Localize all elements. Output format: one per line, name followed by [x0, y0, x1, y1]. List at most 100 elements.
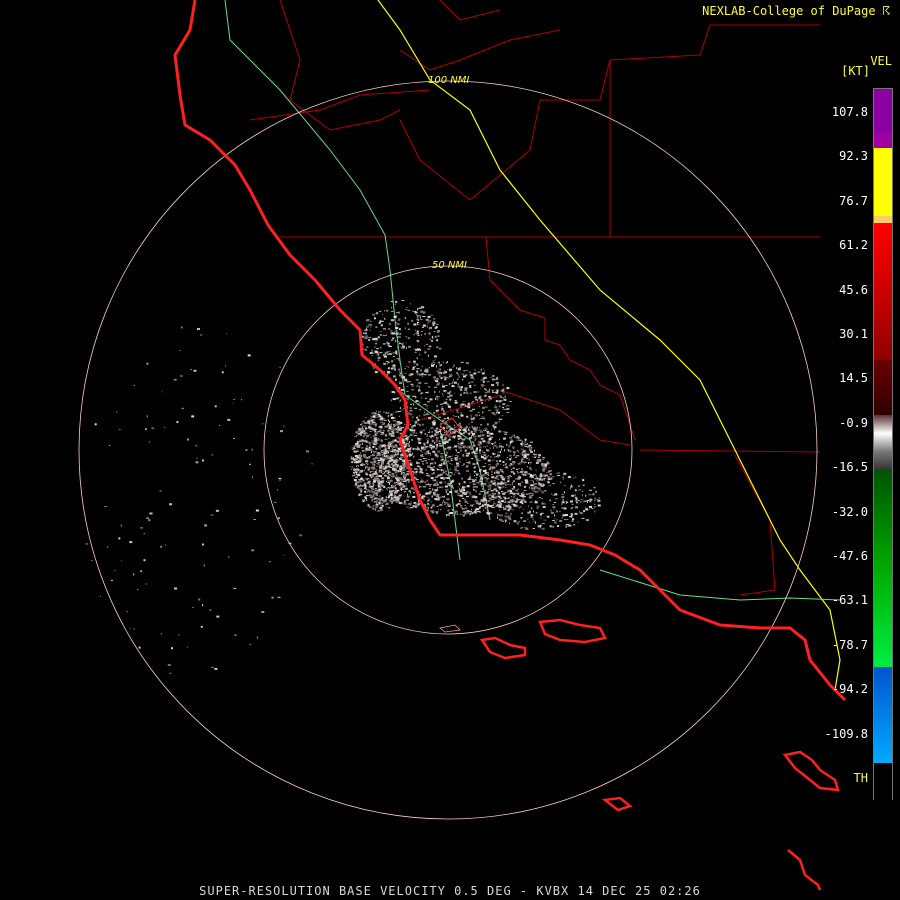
- echo-pixel: [186, 438, 189, 441]
- echo-pixel: [384, 453, 387, 455]
- echo-pixel: [436, 437, 439, 439]
- echo-pixel: [381, 462, 384, 465]
- echo-pixel: [133, 628, 135, 630]
- echo-pixel: [482, 434, 485, 437]
- echo-pixel: [471, 447, 473, 450]
- echo-pixel: [478, 446, 482, 449]
- echo-pixel: [523, 474, 524, 476]
- echo-pixel: [519, 518, 522, 519]
- echo-pixel: [400, 399, 402, 402]
- echo-pixel: [391, 307, 393, 309]
- echo-pixel: [476, 426, 479, 429]
- echo-pixel: [387, 429, 389, 432]
- echo-pixel: [446, 431, 450, 433]
- echo-pixel: [367, 481, 371, 484]
- echo-pixel: [469, 513, 472, 516]
- echo-pixel: [380, 452, 382, 454]
- echo-pixel: [363, 422, 367, 424]
- echo-pixel: [420, 449, 422, 452]
- echo-pixel: [358, 454, 360, 456]
- echo-pixel: [414, 366, 416, 368]
- echo-pixel: [459, 443, 461, 446]
- echo-pixel: [475, 448, 478, 451]
- echo-pixel: [400, 409, 404, 411]
- echo-pixel: [386, 481, 387, 483]
- echo-pixel: [469, 476, 472, 479]
- echo-pixel: [414, 313, 418, 315]
- echo-pixel: [401, 343, 404, 345]
- highways: [224, 0, 841, 691]
- echo-pixel: [512, 484, 513, 486]
- echo-pixel: [537, 460, 540, 463]
- echo-pixel: [381, 480, 385, 482]
- echo-pixel: [421, 478, 423, 481]
- legend-tick: -78.7: [831, 637, 868, 652]
- echo-pixel: [382, 354, 386, 357]
- echo-pixel: [521, 458, 523, 461]
- echo-pixel: [399, 372, 402, 374]
- echo-pixel: [443, 369, 445, 371]
- echo-pixel: [477, 458, 479, 461]
- echo-pixel: [453, 424, 455, 426]
- echo-pixel: [384, 310, 386, 312]
- echo-pixel: [487, 506, 489, 508]
- echo-pixel: [400, 465, 403, 468]
- echo-pixel: [393, 495, 397, 497]
- echo-pixel: [409, 407, 412, 410]
- echo-pixel: [534, 454, 537, 456]
- echo-pixel: [557, 525, 560, 527]
- echo-pixel: [368, 446, 371, 449]
- echo-pixel: [419, 317, 421, 320]
- echo-pixel: [381, 459, 385, 461]
- echo-pixel: [538, 454, 542, 457]
- echo-pixel: [427, 497, 429, 498]
- echo-pixel: [390, 413, 393, 416]
- echo-pixel: [407, 328, 410, 330]
- echo-pixel: [441, 434, 443, 437]
- echo-pixel: [438, 440, 441, 442]
- echo-pixel: [143, 559, 146, 562]
- echo-pixel: [495, 412, 498, 414]
- echo-pixel: [482, 368, 484, 370]
- echo-pixel: [391, 360, 394, 363]
- echo-pixel: [459, 393, 462, 396]
- echo-pixel: [173, 379, 177, 381]
- echo-pixel: [416, 461, 418, 463]
- echo-pixel: [138, 646, 141, 649]
- echo-pixel: [498, 418, 501, 420]
- echo-pixel: [425, 458, 427, 459]
- echo-pixel: [402, 503, 404, 505]
- echo-pixel: [464, 389, 468, 391]
- echo-pixel: [394, 435, 395, 437]
- echo-pixel: [390, 339, 393, 341]
- echo-pixel: [382, 452, 383, 454]
- echo-pixel: [480, 477, 484, 480]
- echo-pixel: [435, 409, 438, 412]
- echo-pixel: [460, 361, 464, 363]
- echo-pixel: [376, 410, 377, 412]
- echo-pixel: [470, 414, 472, 417]
- echo-pixel: [533, 486, 535, 487]
- echo-pixel: [369, 444, 372, 446]
- echo-pixel: [373, 451, 377, 453]
- echo-pixel: [382, 499, 385, 501]
- echo-pixel: [372, 505, 375, 507]
- echo-pixel: [516, 437, 519, 440]
- echo-pixel: [427, 506, 429, 509]
- echo-pixel: [530, 463, 532, 465]
- echo-pixel: [529, 468, 532, 470]
- echo-pixel: [399, 478, 403, 481]
- echo-pixel: [380, 439, 383, 442]
- echo-pixel: [575, 499, 578, 502]
- echo-pixel: [443, 501, 445, 503]
- echo-pixel: [426, 324, 428, 327]
- echo-pixel: [429, 338, 431, 340]
- echo-pixel: [511, 509, 515, 511]
- echo-pixel: [200, 334, 203, 336]
- echo-pixel: [367, 441, 371, 443]
- echo-pixel: [416, 385, 420, 387]
- echo-pixel: [393, 412, 394, 414]
- echo-pixel: [530, 495, 534, 497]
- echo-pixel: [404, 317, 406, 319]
- echo-pixel: [453, 379, 454, 381]
